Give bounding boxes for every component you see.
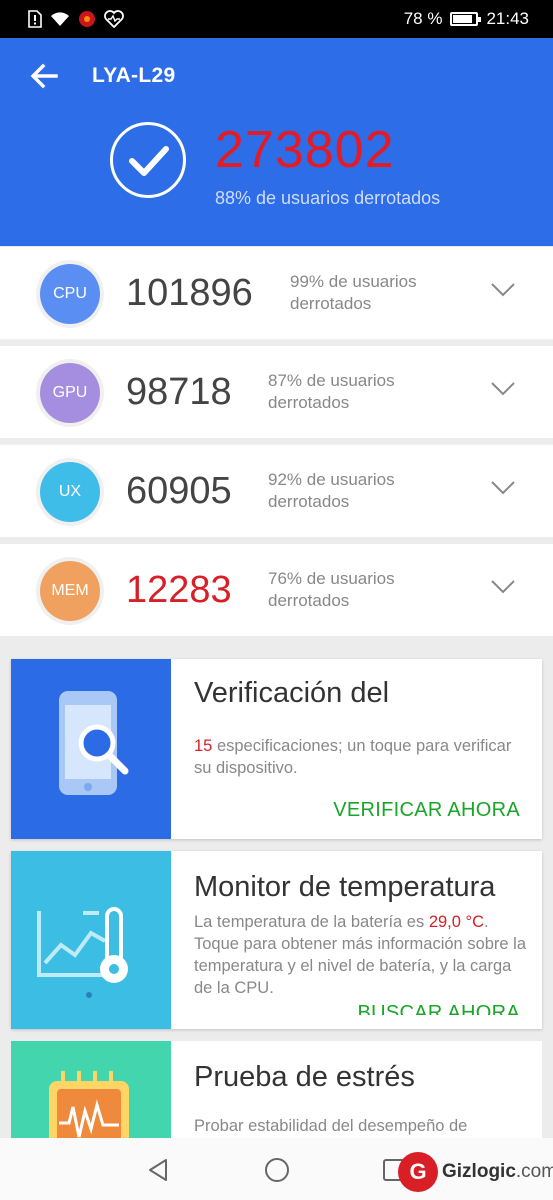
stress-test-card[interactable]: Prueba de estrés Probar estabilidad del … — [11, 1041, 542, 1138]
verify-now-button[interactable]: VERIFICAR AHORA — [333, 799, 520, 822]
score-row-cpu[interactable]: CPU 101896 99% de usuarios derrotados — [0, 247, 553, 339]
chevron-down-icon[interactable] — [491, 580, 515, 594]
gpu-score: 98718 — [126, 371, 232, 413]
gpu-percentile: 87% de usuarios derrotados — [268, 371, 395, 412]
temperature-description: La temperatura de la batería es 29,0 °C.… — [194, 911, 529, 999]
mem-score: 12283 — [126, 569, 232, 611]
logo-brand: Gizlogic — [442, 1161, 516, 1182]
verification-card[interactable]: Verificación del 15 especificaciones; un… — [11, 659, 542, 839]
battery-percentage: 78 % — [403, 9, 443, 28]
mem-percentile: 76% de usuarios derrotados — [268, 569, 395, 610]
sim-alert-icon — [28, 10, 42, 28]
chevron-down-icon[interactable] — [491, 283, 515, 297]
gizlogic-logo-icon: G — [398, 1152, 438, 1192]
back-arrow-icon[interactable] — [28, 62, 60, 90]
cpu-badge: CPU — [40, 264, 100, 324]
checkmark-icon — [110, 122, 186, 198]
status-icons-right: 78 % 21:43 — [404, 9, 529, 29]
navigation-bar: G Gizlogic.com — [0, 1138, 553, 1200]
device-name: LYA-L29 — [92, 64, 176, 87]
verification-text: especificaciones; un toque para verifica… — [194, 737, 512, 777]
logo-suffix: .com — [515, 1161, 553, 1182]
battery-icon — [450, 12, 482, 26]
temperature-card[interactable]: Monitor de temperatura La temperatura de… — [11, 851, 542, 1029]
chip-pulse-icon — [49, 1071, 129, 1138]
score-header: LYA-L29 273802 88% de usuarios derrotado… — [0, 38, 553, 246]
temperature-title: Monitor de temperatura — [194, 871, 496, 903]
status-icons-left — [28, 10, 124, 28]
verification-icon-panel — [11, 659, 171, 839]
gizlogic-logo-text: Gizlogic.com — [442, 1161, 553, 1183]
thermometer-chart-icon — [37, 907, 128, 998]
score-row-mem[interactable]: MEM 12283 76% de usuarios derrotados — [0, 544, 553, 636]
chevron-down-icon[interactable] — [491, 382, 515, 396]
mem-badge: MEM — [40, 561, 100, 621]
clock: 21:43 — [486, 9, 529, 28]
total-score-subtitle: 88% de usuarios derrotados — [215, 188, 441, 208]
wifi-icon — [51, 12, 69, 26]
verification-description: 15 especificaciones; un toque para verif… — [194, 735, 529, 779]
battery-temperature: 29,0 °C — [428, 913, 485, 931]
gizlogic-watermark: G Gizlogic.com — [398, 1152, 553, 1192]
total-score: 273802 — [215, 121, 395, 179]
ux-score: 60905 — [126, 470, 232, 512]
temperature-icon-panel — [11, 851, 171, 1029]
phone-search-icon — [59, 691, 129, 795]
home-circle-icon[interactable] — [264, 1157, 290, 1183]
back-triangle-icon[interactable] — [146, 1158, 170, 1182]
score-row-ux[interactable]: UX 60905 92% de usuarios derrotados — [0, 445, 553, 537]
stress-icon-panel — [11, 1041, 171, 1138]
health-icon — [104, 10, 124, 28]
gpu-badge: GPU — [40, 363, 100, 423]
spec-count: 15 — [194, 737, 213, 755]
ux-badge: UX — [40, 462, 100, 522]
stress-test-title: Prueba de estrés — [194, 1061, 415, 1093]
ux-percentile: 92% de usuarios derrotados — [268, 470, 395, 511]
huawei-app-icon — [79, 11, 95, 27]
score-row-gpu[interactable]: GPU 98718 87% de usuarios derrotados — [0, 346, 553, 438]
temperature-text-start: La temperatura de la batería es — [194, 913, 429, 931]
verification-title: Verificación del — [194, 677, 390, 709]
search-now-button[interactable]: BUSCAR AHORA — [357, 1001, 520, 1015]
status-bar: 78 % 21:43 — [0, 0, 553, 38]
chevron-down-icon[interactable] — [491, 481, 515, 495]
cpu-score: 101896 — [126, 272, 253, 314]
cpu-percentile: 99% de usuarios derrotados — [290, 272, 417, 313]
stress-test-description: Probar estabilidad del desempeño de — [194, 1117, 468, 1135]
